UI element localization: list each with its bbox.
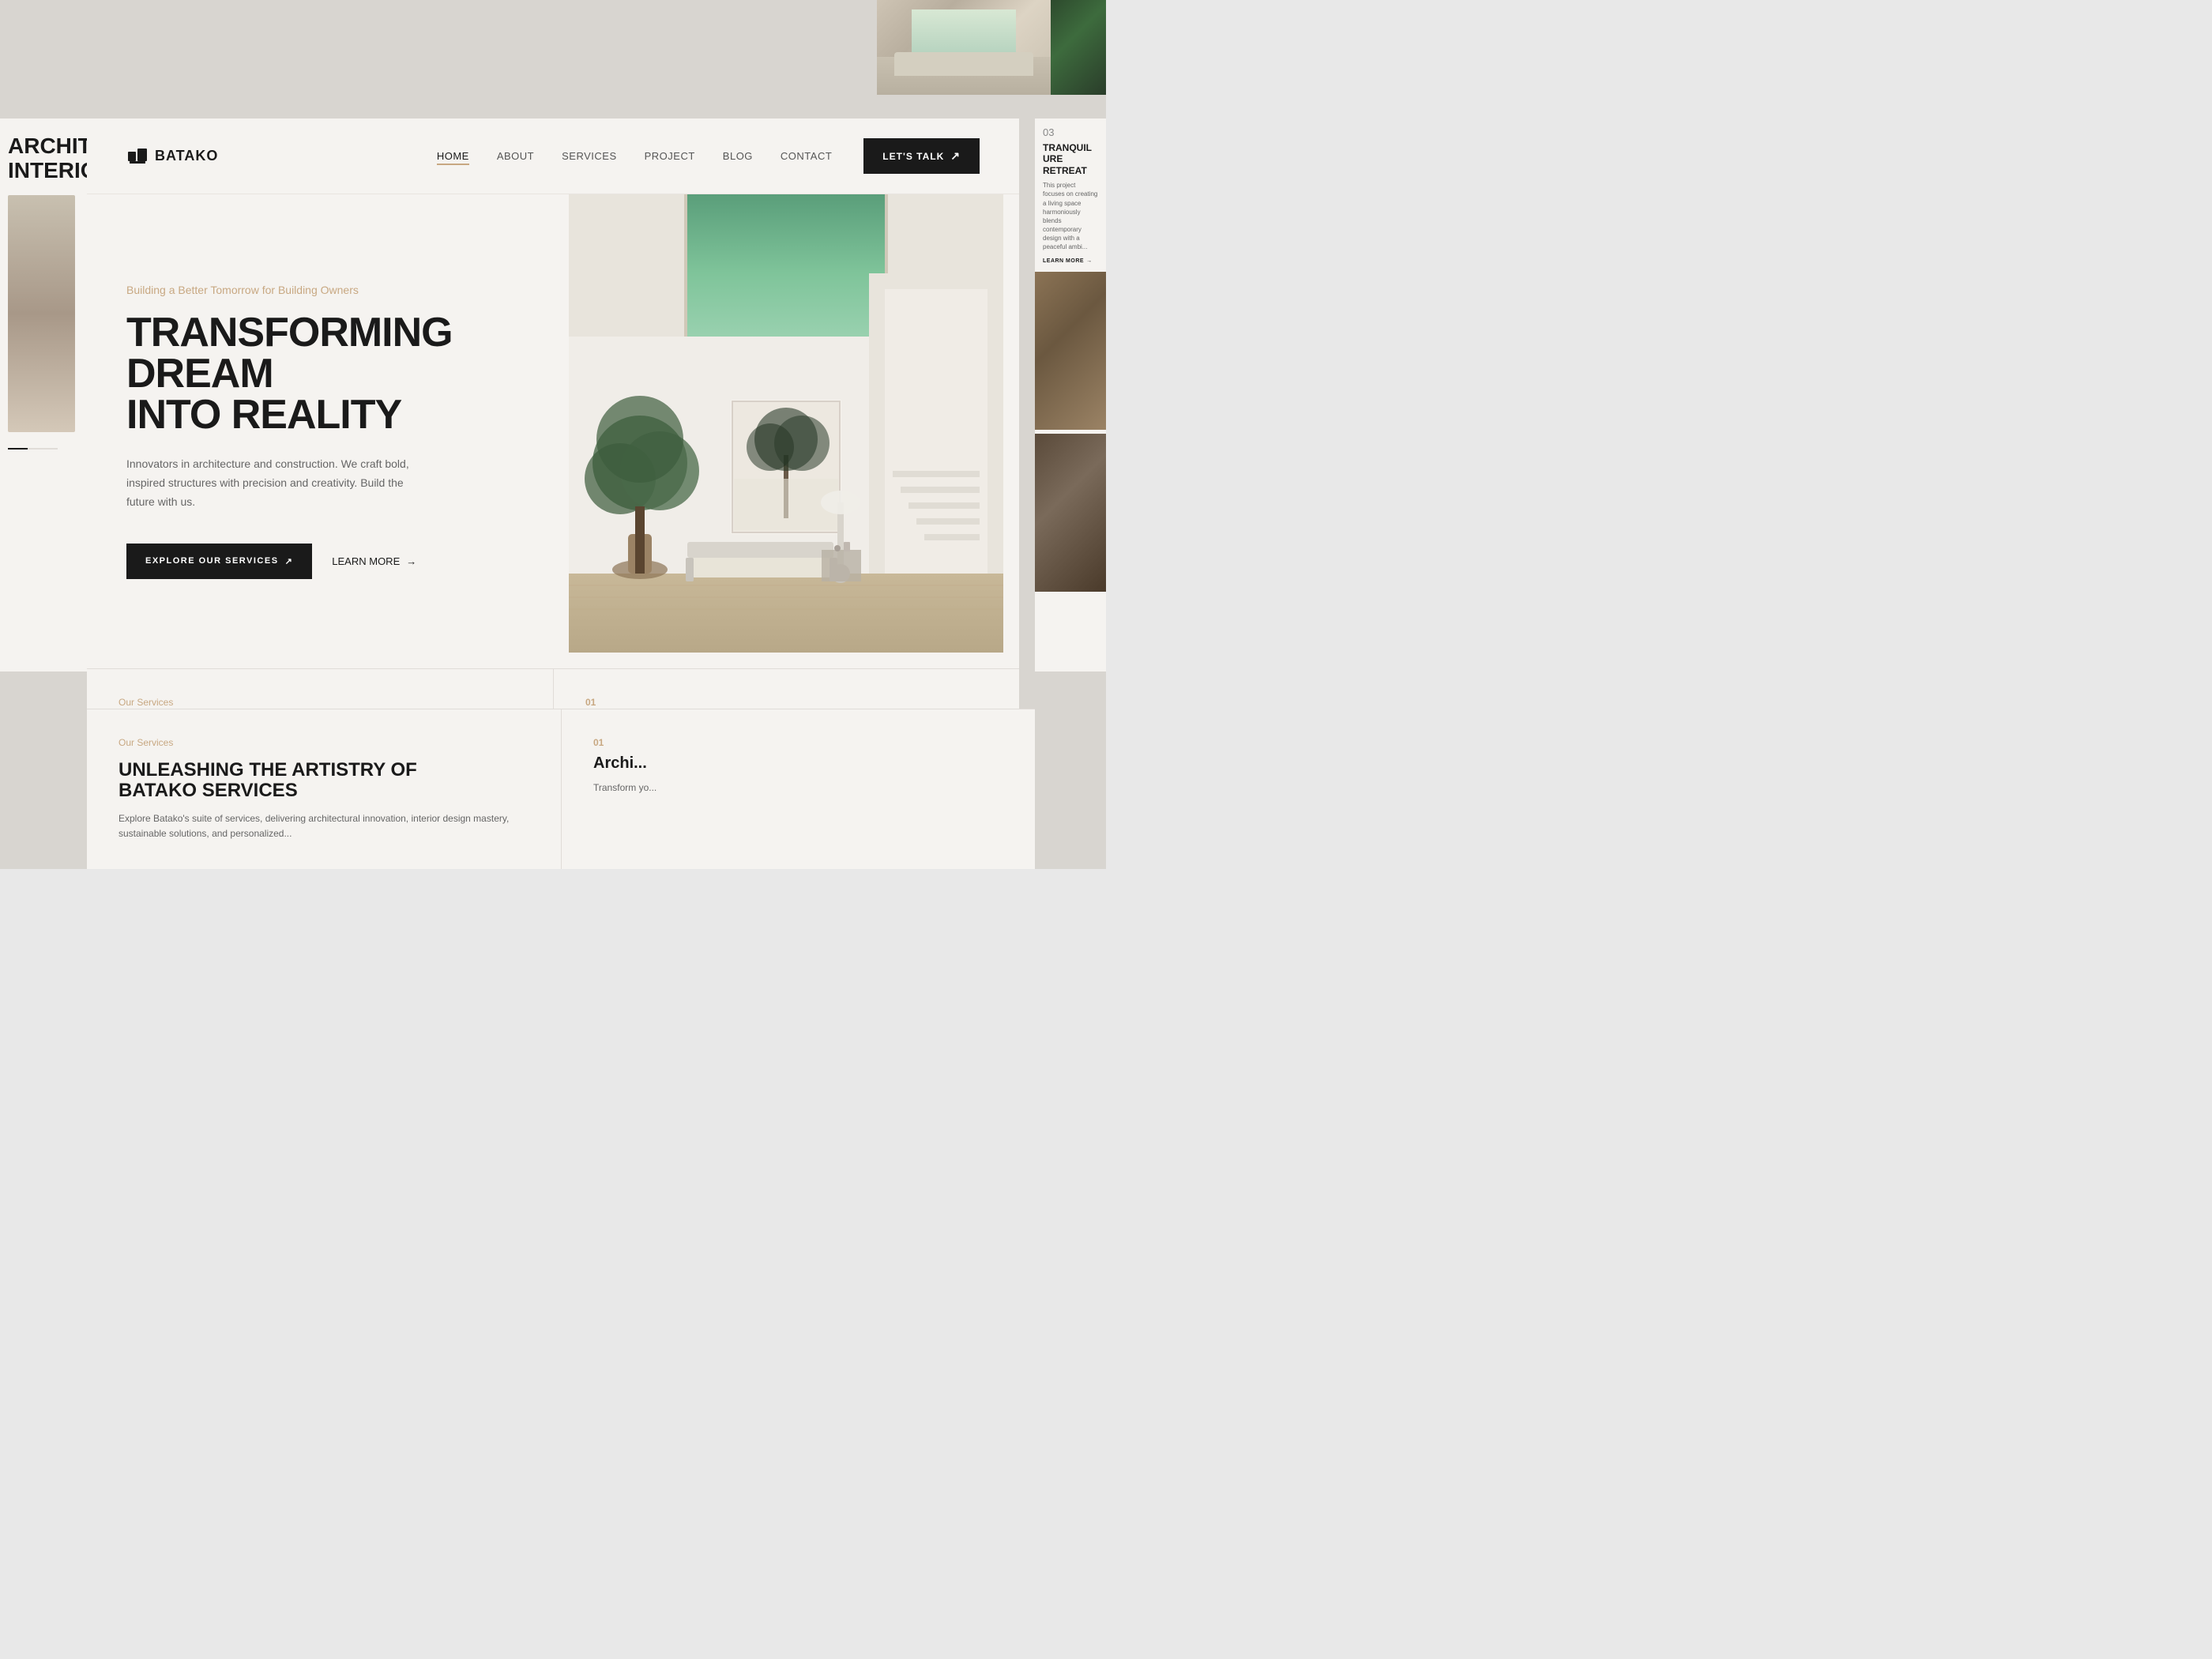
external-link-icon: ↗ <box>950 149 961 163</box>
nav-home[interactable]: HOME <box>437 150 469 162</box>
logo[interactable]: BATAKO <box>126 145 218 167</box>
hero-image <box>553 194 1019 653</box>
nav-blog[interactable]: BLOG <box>723 150 753 162</box>
service-heading-left-2: UNLEASHING THE ARTISTRY OF BATAKO SERVIC… <box>118 760 529 802</box>
left-preview-image <box>8 195 75 432</box>
service-card-right-2: 01 Archi... Transform yo... <box>561 709 1035 869</box>
hero-right <box>553 194 1019 668</box>
services-grid-2: Our Services UNLEASHING THE ARTISTRY OF … <box>87 709 1035 869</box>
top-bg-img-1 <box>877 0 1051 95</box>
logo-icon <box>126 145 149 167</box>
right-partial-content: 03 TRANQUIL URE RETREAT This project foc… <box>1035 118 1106 272</box>
left-partial-card: ARCHITE INTERIOR <box>0 118 87 672</box>
nav-about[interactable]: ABOUT <box>497 150 534 162</box>
explore-services-button[interactable]: EXPLORE OUR SERVICES ↗ <box>126 544 312 579</box>
navbar: BATAKO HOME ABOUT SERVICES PROJECT BLOG … <box>87 118 1019 194</box>
service-num-2: 01 <box>593 737 1003 748</box>
progress-bar-bg <box>8 448 58 450</box>
hero-tagline: Building a Better Tomorrow for Building … <box>126 284 514 296</box>
nav-project[interactable]: PROJECT <box>645 150 695 162</box>
arrow-right-icon: → <box>406 555 416 567</box>
hero-section: Building a Better Tomorrow for Building … <box>87 194 1019 668</box>
left-heading: ARCHITE INTERIOR <box>8 134 79 183</box>
nav-services[interactable]: SERVICES <box>562 150 617 162</box>
service-desc-right-2: Transform yo... <box>593 781 1003 796</box>
learn-more-button[interactable]: LEARN MORE → <box>332 555 416 567</box>
nav-contact[interactable]: CONTACT <box>781 150 832 162</box>
our-services-label-2: Our Services <box>118 737 529 748</box>
right-img-2 <box>1035 434 1106 592</box>
service-card-left-2: Our Services UNLEASHING THE ARTISTRY OF … <box>87 709 561 869</box>
service-num: 01 <box>585 697 988 708</box>
hero-left: Building a Better Tomorrow for Building … <box>87 194 553 668</box>
hero-description: Innovators in architecture and construct… <box>126 455 427 511</box>
our-services-label: Our Services <box>118 697 521 708</box>
right-learn-more[interactable]: LEARN MORE → <box>1043 258 1098 264</box>
arrow-icon: ↗ <box>285 556 294 566</box>
service-desc-left-2: Explore Batako's suite of services, deli… <box>118 811 529 841</box>
service-title-right-2: Archi... <box>593 754 1003 773</box>
right-img-1 <box>1035 272 1106 430</box>
hero-title: TRANSFORMING DREAM INTO REALITY <box>126 312 514 435</box>
hero-buttons: EXPLORE OUR SERVICES ↗ LEARN MORE → <box>126 544 514 579</box>
right-partial-card: 03 TRANQUIL URE RETREAT This project foc… <box>1035 118 1106 672</box>
lets-talk-button[interactable]: LET'S TALK ↗ <box>863 138 980 174</box>
top-bg-img-2 <box>1051 0 1106 95</box>
progress-bar-fill <box>8 448 28 450</box>
arrow-icon: → <box>1086 258 1093 264</box>
nav-links: HOME ABOUT SERVICES PROJECT BLOG CONTACT <box>437 150 832 162</box>
top-background-images <box>877 0 1106 95</box>
bottom-services-duplicate: Our Services UNLEASHING THE ARTISTRY OF … <box>87 709 1035 869</box>
